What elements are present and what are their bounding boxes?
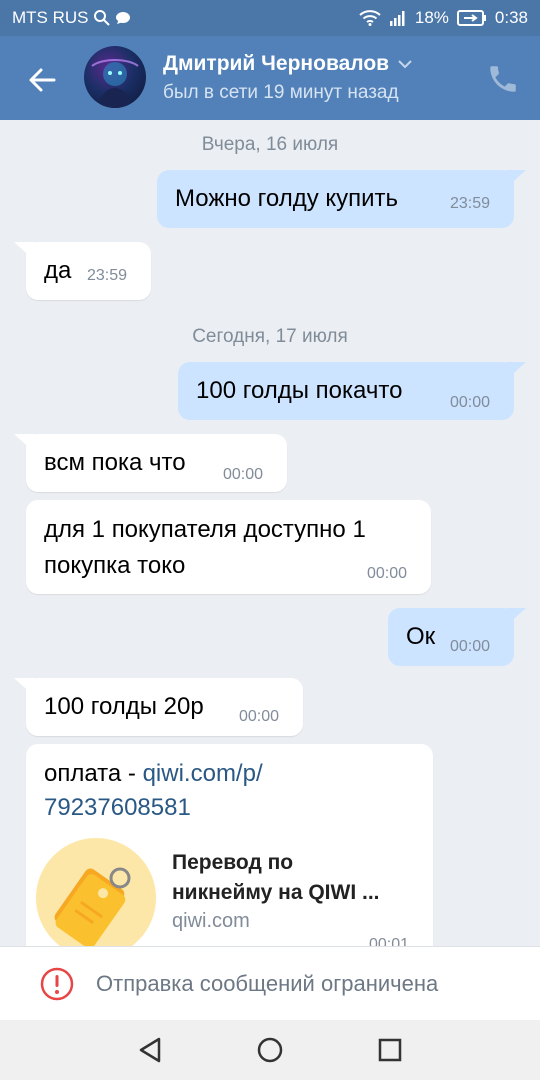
system-nav-bar (0, 1020, 540, 1080)
message-time: 00:01 (369, 936, 410, 946)
message-text-line: для 1 покупателя доступно 1 (44, 516, 366, 543)
message-list[interactable]: Вчера, 16 июля Можно голду купить 23:59 … (0, 120, 540, 946)
exclamation-circle-icon (40, 967, 74, 1001)
chat-notification-icon (115, 10, 131, 26)
triangle-back-icon (139, 1037, 161, 1063)
date-separator: Вчера, 16 июля (201, 134, 339, 155)
message-time: 00:00 (239, 708, 280, 725)
contact-name-text: Дмитрий Черновалов (163, 52, 390, 75)
qiwi-link[interactable]: qiwi.com/p/ (143, 760, 263, 787)
status-time: 0:38 (494, 8, 528, 27)
bubble-tail (14, 678, 34, 696)
phone-icon (490, 66, 516, 92)
message-text-line: покупка токо (44, 552, 186, 579)
square-recent-icon (378, 1038, 402, 1062)
link-preview-card[interactable]: Перевод по никнейму на QIWI ... qiwi.com (36, 838, 426, 946)
message-time: 23:59 (87, 267, 128, 284)
chevron-down-icon (398, 60, 412, 69)
message-text: Можно голду купить (175, 185, 399, 212)
messaging-restricted-bar: Отправка сообщений ограничена (0, 946, 540, 1020)
price-tag-icon (36, 838, 156, 946)
incoming-message[interactable]: 100 голды 20р 00:00 (14, 678, 303, 736)
message-prefix: оплата - (44, 760, 143, 787)
bubble-tail (506, 608, 526, 626)
link-preview-title-line: Перевод по (172, 851, 294, 874)
outgoing-message[interactable]: 100 голды покачто 00:00 (178, 362, 526, 420)
incoming-message[interactable]: всм пока что 00:00 (14, 434, 287, 492)
message-text: Ок (406, 623, 436, 650)
bubble-tail (14, 434, 34, 452)
message-time: 00:00 (450, 638, 491, 655)
wifi-icon (359, 10, 381, 26)
nav-home-button[interactable] (254, 1034, 286, 1066)
battery-icon (456, 10, 487, 26)
bubble-tail (506, 362, 526, 380)
nav-recent-button[interactable] (374, 1034, 406, 1066)
message-time: 00:00 (367, 565, 408, 582)
incoming-message[interactable]: да 23:59 (14, 242, 151, 300)
message-time: 23:59 (450, 195, 491, 212)
arrow-left-icon (29, 68, 56, 92)
bubble-tail (506, 170, 526, 188)
status-bar: MTS RUS 18% 0:38 (0, 0, 540, 36)
message-text: 100 голды 20р (44, 693, 204, 720)
back-button[interactable] (22, 60, 62, 100)
link-preview-domain: qiwi.com (172, 910, 250, 932)
carrier-label: MTS RUS (12, 8, 89, 27)
bubble-tail (14, 242, 34, 260)
outgoing-message[interactable]: Можно голду купить 23:59 (157, 170, 526, 228)
contact-name[interactable]: Дмитрий Черновалов (163, 52, 413, 76)
avatar[interactable] (84, 46, 146, 108)
nav-back-button[interactable] (134, 1034, 166, 1066)
qiwi-link-continued[interactable]: 79237608581 (44, 790, 191, 826)
outgoing-message[interactable]: Ок 00:00 (388, 608, 526, 666)
signal-icon (389, 10, 407, 26)
message-text: оплата - qiwi.com/p/ (44, 756, 263, 792)
link-preview-title-line: никнейму на QIWI ... (172, 881, 380, 904)
message-text: 100 голды покачто (196, 377, 403, 404)
chat-header: Дмитрий Черновалов был в сети 19 минут н… (0, 36, 540, 120)
date-separator: Сегодня, 17 июля (192, 326, 348, 347)
restricted-message: Отправка сообщений ограничена (96, 971, 439, 996)
link-preview-title: Перевод по никнейму на QIWI ... (172, 848, 422, 908)
circle-home-icon (257, 1037, 283, 1063)
message-text: всм пока что (44, 449, 186, 476)
battery-percent: 18% (414, 8, 449, 27)
message-time: 00:00 (223, 466, 264, 483)
last-seen-status: был в сети 19 минут назад (163, 82, 399, 103)
search-icon (93, 9, 111, 27)
incoming-message-with-link[interactable]: оплата - qiwi.com/p/ 79237608581 Перевод (26, 744, 433, 946)
incoming-message[interactable]: для 1 покупателя доступно 1 покупка токо… (26, 500, 431, 594)
message-time: 00:00 (450, 394, 491, 411)
message-text: да (44, 257, 72, 284)
call-button[interactable] (486, 62, 520, 96)
